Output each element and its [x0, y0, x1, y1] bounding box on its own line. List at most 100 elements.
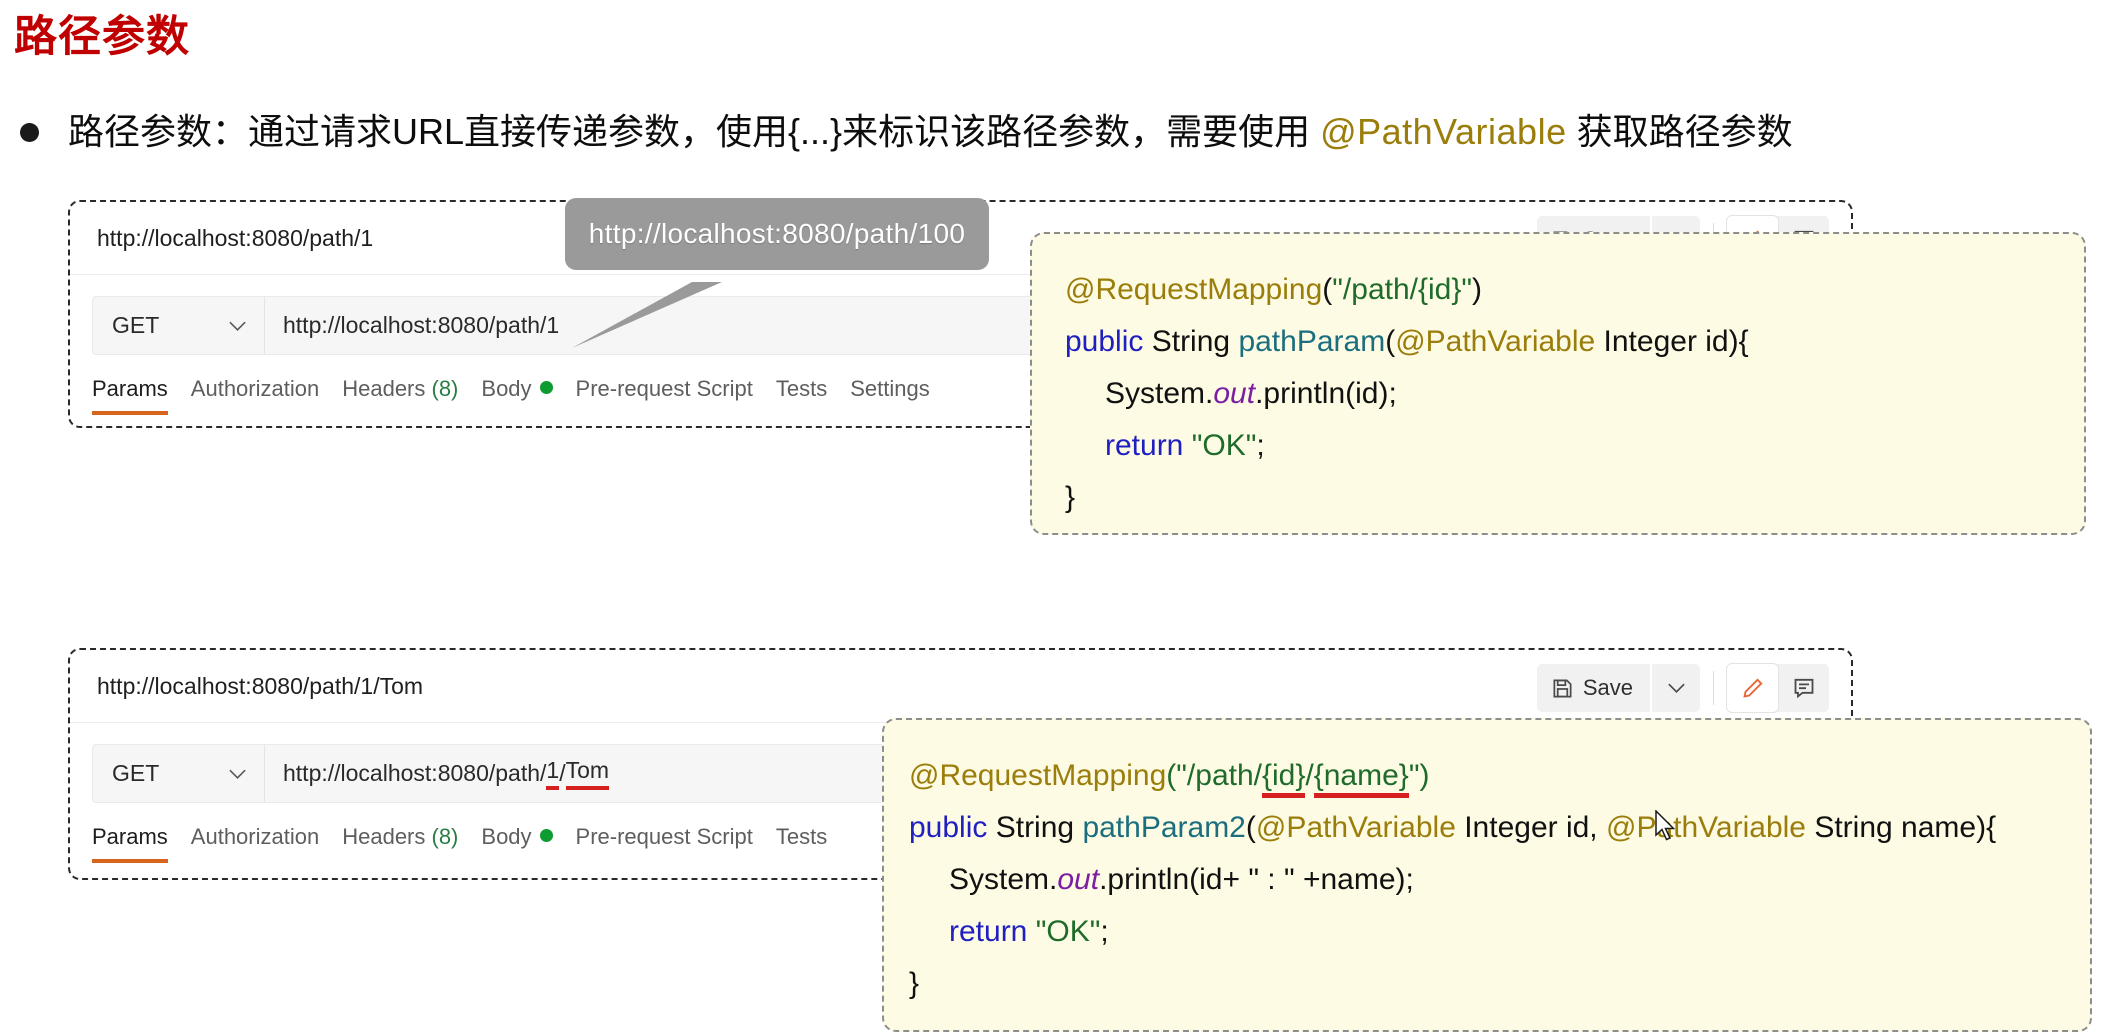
tab-authorization-top[interactable]: Authorization: [191, 376, 342, 415]
code-punct: (: [1322, 273, 1333, 306]
body-status-dot-icon: [539, 381, 553, 394]
tab-params-top[interactable]: Params: [92, 376, 191, 415]
code-keyword: return: [1105, 429, 1192, 462]
tab-label: Params: [92, 376, 168, 401]
chevron-down-icon: [228, 320, 247, 332]
code-line: }: [909, 958, 2090, 1010]
code-text: System.: [949, 863, 1058, 896]
code-line: public String pathParam(@PathVariable In…: [1065, 316, 2084, 368]
save-icon: [1551, 677, 1574, 700]
tab-label: Body: [481, 376, 532, 401]
tab-prerequest-bottom[interactable]: Pre-request Script: [576, 824, 776, 863]
tab-headers-top[interactable]: Headers (8): [342, 376, 481, 415]
bullet-text: 路径参数：通过请求URL直接传递参数，使用{...}来标识该路径参数，需要使用 …: [68, 114, 1793, 150]
code-line: return "OK";: [1065, 420, 2084, 472]
code-type: String: [987, 811, 1083, 844]
code-keyword: public: [1065, 325, 1144, 358]
code-annotation: @PathVariable: [1605, 811, 1806, 844]
callout-tail-icon: [572, 282, 722, 348]
code-path-var-name: {name}: [1313, 759, 1409, 798]
code-punct: ): [1472, 273, 1483, 306]
pencil-icon: [1741, 676, 1765, 700]
edit-pencil-button-bottom[interactable]: [1727, 664, 1778, 712]
tab-label: Tests: [775, 824, 828, 849]
tab-tests-bottom[interactable]: Tests: [776, 824, 850, 863]
tab-label: Pre-request Script: [575, 376, 753, 401]
tab-headers-count: (8): [431, 376, 459, 401]
code-punct: (: [1385, 325, 1396, 358]
tab-label: Pre-request Script: [575, 824, 753, 849]
code-type: String: [1143, 325, 1239, 358]
panel-bottom-actions: Save: [1536, 664, 1829, 712]
code-line: public String pathParam2(@PathVariable I…: [909, 802, 2090, 854]
tab-prerequest-top[interactable]: Pre-request Script: [576, 376, 776, 415]
code-block-bottom: @RequestMapping("/path/{id}/{name}") pub…: [882, 718, 2092, 1032]
code-args: String name){: [1806, 811, 1997, 844]
comment-button-bottom[interactable]: [1778, 664, 1829, 712]
code-punct: }: [909, 967, 920, 1000]
tab-headers-bottom[interactable]: Headers (8): [342, 824, 481, 863]
code-block-top: @RequestMapping("/path/{id}") public Str…: [1030, 232, 2086, 535]
code-string: "): [1408, 759, 1430, 792]
code-string: "OK": [1035, 915, 1101, 948]
save-dropdown-bottom[interactable]: [1652, 664, 1700, 712]
code-string: "OK": [1191, 429, 1257, 462]
code-field: out: [1057, 863, 1100, 896]
url-input-id-bottom: 1: [546, 757, 560, 790]
code-string: /: [1305, 759, 1314, 792]
bullet-text-prefix: 路径参数：通过请求URL直接传递参数，使用{...}来标识该路径参数，需要使用: [68, 111, 1321, 152]
tab-label: Body: [481, 824, 532, 849]
url-input-value-top: http://localhost:8080/path/1: [283, 312, 560, 338]
code-line: }: [1065, 472, 2084, 524]
code-text: System.: [1105, 377, 1214, 410]
code-path-var-id: {id}: [1261, 759, 1306, 798]
panel-bottom-request-name: http://localhost:8080/path/1/Tom: [97, 672, 424, 699]
code-punct: ;: [1100, 915, 1109, 948]
tab-headers-count: (8): [431, 824, 459, 849]
code-line: System.out.println(id+ " : " +name);: [909, 854, 2090, 906]
bullet-text-suffix: 获取路径参数: [1566, 111, 1793, 152]
code-punct: ;: [1256, 429, 1265, 462]
tab-tests-top[interactable]: Tests: [776, 376, 850, 415]
tab-label: Headers: [342, 376, 426, 401]
tab-settings-top[interactable]: Settings: [850, 376, 953, 415]
code-line: @RequestMapping("/path/{id}/{name}"): [909, 750, 2090, 802]
code-string: ("/path/: [1166, 759, 1262, 792]
tab-label: Params: [92, 824, 168, 849]
code-string: "/path/{id}": [1332, 273, 1473, 306]
tab-label: Settings: [850, 376, 930, 401]
method-select-bottom[interactable]: GET: [93, 745, 265, 802]
tab-body-top[interactable]: Body: [481, 376, 575, 415]
callout-bubble: http://localhost:8080/path/100: [565, 198, 989, 270]
page-title: 路径参数: [14, 13, 190, 61]
chevron-down-icon: [228, 768, 247, 780]
tab-params-bottom[interactable]: Params: [92, 824, 191, 863]
save-button-bottom[interactable]: Save: [1536, 664, 1650, 712]
code-line: return "OK";: [909, 906, 2090, 958]
callout-text: http://localhost:8080/path/100: [588, 218, 966, 249]
code-field: out: [1213, 377, 1256, 410]
bullet-line: 路径参数：通过请求URL直接传递参数，使用{...}来标识该路径参数，需要使用 …: [20, 114, 1793, 150]
bullet-text-highlight: @PathVariable: [1320, 111, 1567, 152]
tab-authorization-bottom[interactable]: Authorization: [191, 824, 342, 863]
bullet-dot-icon: [20, 122, 39, 142]
tab-body-bottom[interactable]: Body: [481, 824, 575, 863]
panel-bottom-icon-group: [1727, 664, 1829, 712]
code-text: .println(id+ " : " +name);: [1099, 863, 1414, 896]
panel-top-request-name: http://localhost:8080/path/1: [97, 224, 374, 251]
chevron-down-icon: [1667, 682, 1686, 694]
code-annotation: @PathVariable: [1255, 811, 1456, 844]
code-args: Integer id,: [1455, 811, 1606, 844]
method-select-top[interactable]: GET: [93, 297, 265, 354]
tab-label: Authorization: [190, 824, 320, 849]
code-method: pathParam: [1238, 325, 1386, 358]
comment-icon: [1792, 676, 1816, 700]
code-keyword: public: [909, 811, 988, 844]
code-annotation: @PathVariable: [1395, 325, 1596, 358]
code-line: @RequestMapping("/path/{id}"): [1065, 264, 2084, 316]
body-status-dot-icon: [539, 829, 553, 842]
tab-label: Tests: [775, 376, 828, 401]
code-punct: }: [1065, 481, 1076, 514]
method-label-bottom: GET: [112, 760, 160, 786]
url-input-name-bottom: Tom: [565, 757, 610, 790]
